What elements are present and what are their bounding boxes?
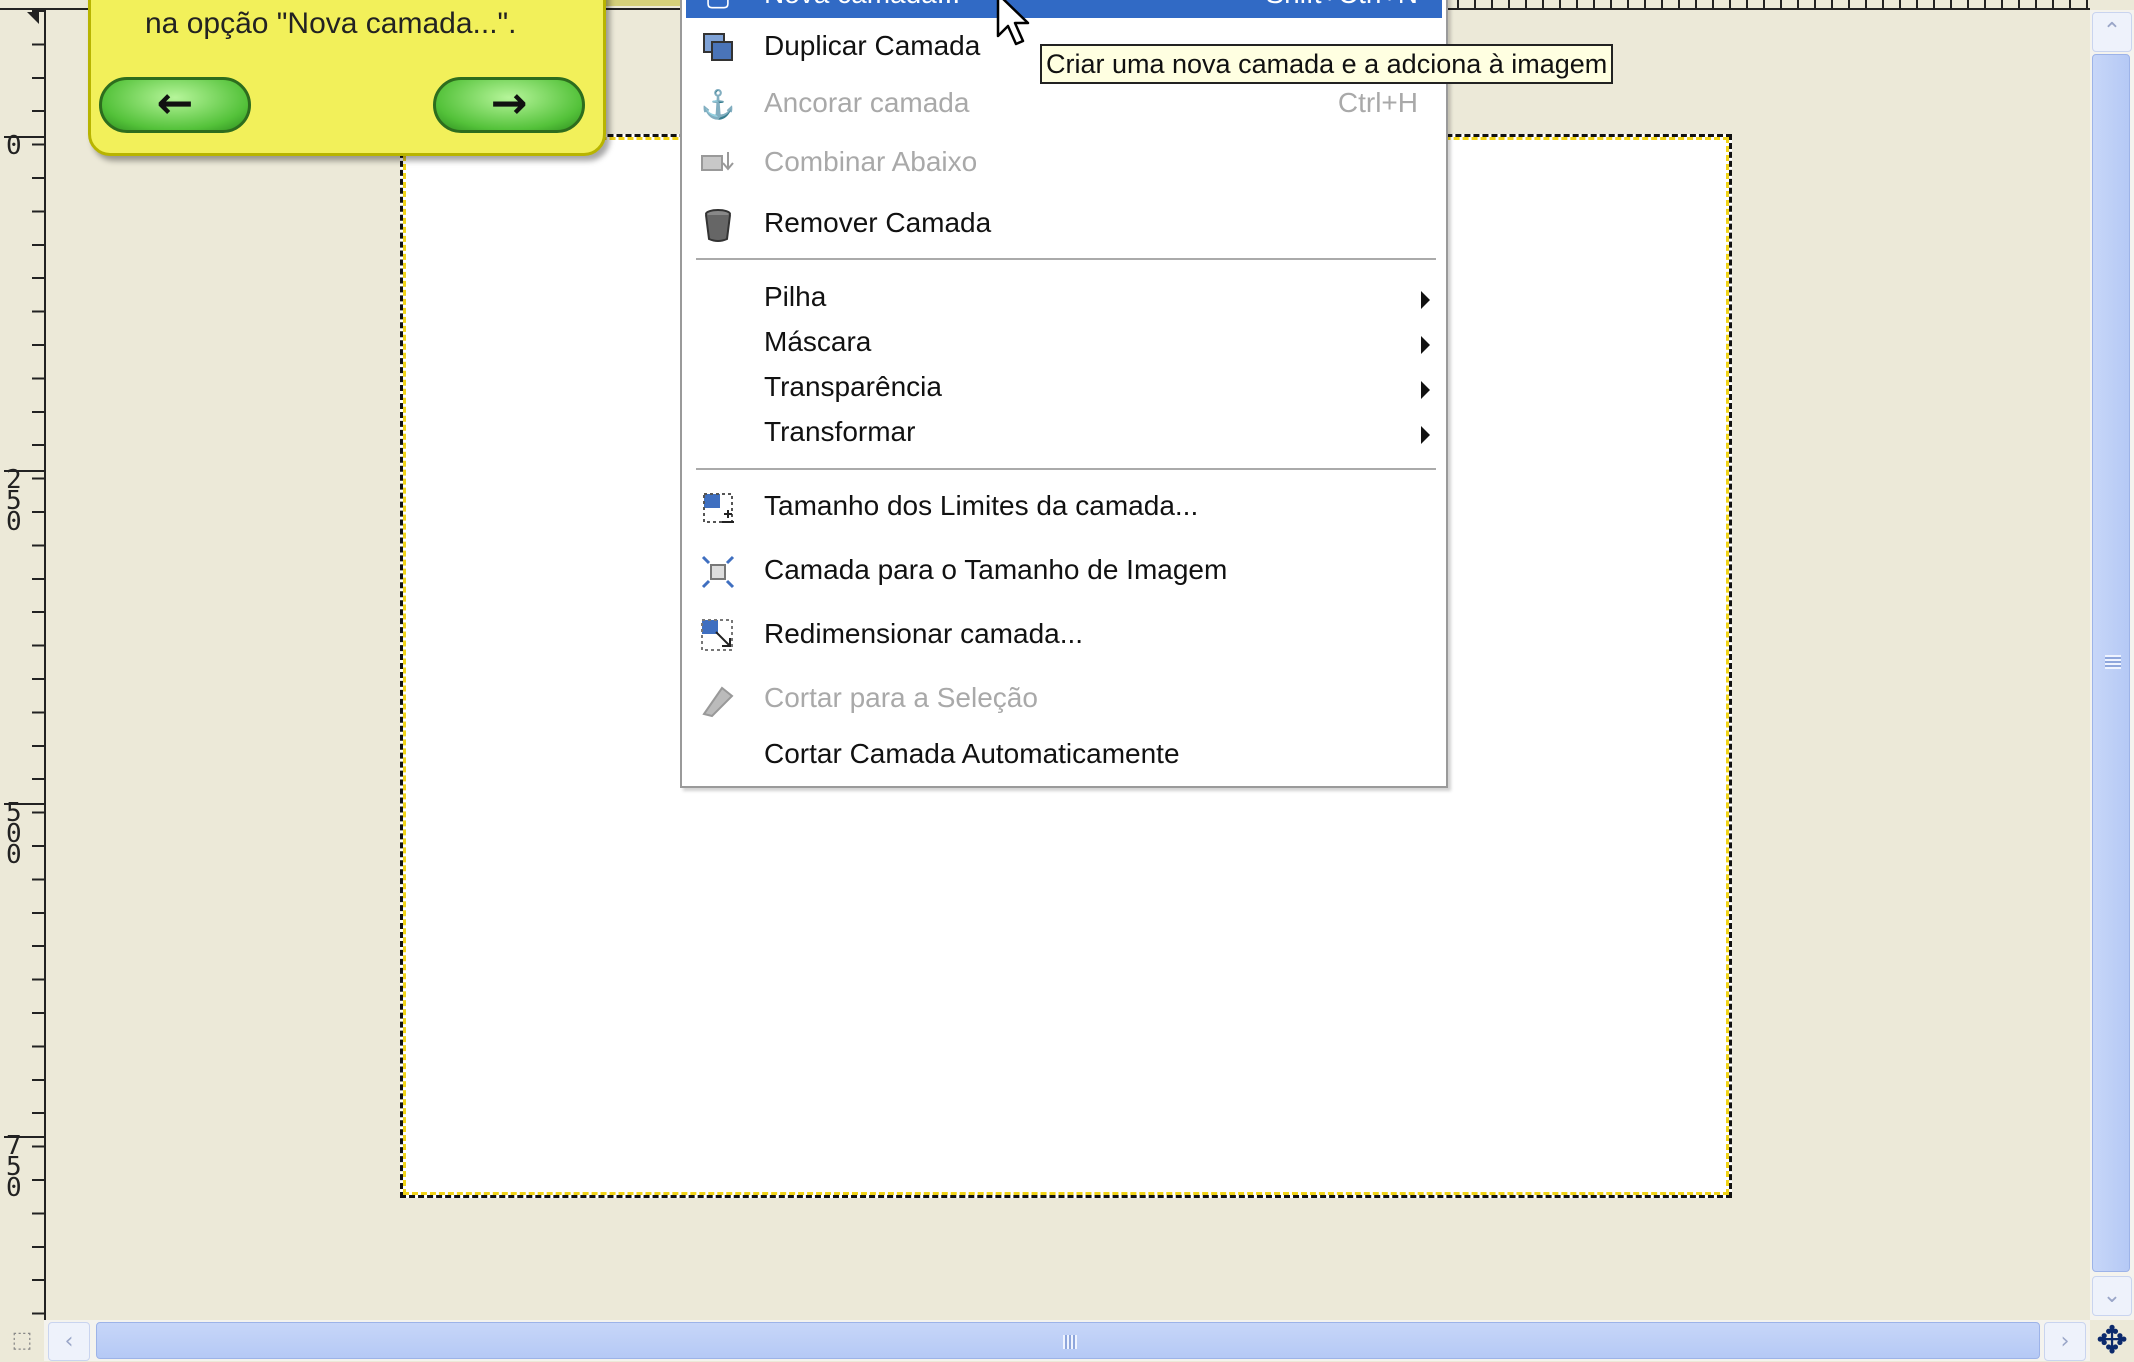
menu-item-label: Transparência xyxy=(764,371,942,402)
duplicate-layer-icon xyxy=(700,30,736,66)
anchor-icon: ⚓ xyxy=(700,89,736,120)
vertical-scrollbar[interactable]: ⌃ ⌄ xyxy=(2090,10,2134,1320)
ruler-corner-arrow-icon[interactable] xyxy=(27,12,39,24)
menu-item-label: Transformar xyxy=(764,416,916,447)
scroll-up-icon[interactable]: ⌃ xyxy=(2092,12,2132,52)
ruler-label-250: 2 5 0 xyxy=(6,465,22,537)
layer-context-menu: ▢ Nova camada... Shift+Ctrl+N Duplicar C… xyxy=(680,0,1448,788)
menu-item-label: Tamanho dos Limites da camada... xyxy=(764,490,1199,521)
menu-item-accel: Ctrl+H xyxy=(1337,87,1418,118)
horizontal-scroll-thumb[interactable] xyxy=(96,1322,2040,1359)
navigate-icon[interactable]: ✥ xyxy=(2090,1320,2134,1361)
menu-item-mascara[interactable]: Máscara xyxy=(686,322,1442,366)
menu-item-label: Máscara xyxy=(764,326,872,357)
submenu-arrow-icon xyxy=(1421,291,1430,309)
arrow-left-icon: ← xyxy=(156,78,194,129)
menu-item-pilha[interactable]: Pilha xyxy=(686,277,1442,321)
menu-item-label: Remover Camada xyxy=(764,207,992,238)
menu-item-nova-camada[interactable]: ▢ Nova camada... Shift+Ctrl+N xyxy=(686,0,1442,18)
arrow-right-icon: → xyxy=(490,78,528,129)
menu-item-combinar-abaixo[interactable]: Combinar Abaixo xyxy=(686,142,1442,186)
balloon-connector xyxy=(600,0,690,6)
scale-layer-icon xyxy=(700,618,736,654)
ruler-label-0: 0 xyxy=(6,131,22,161)
menu-item-label: Nova camada... xyxy=(764,0,960,10)
submenu-arrow-icon xyxy=(1421,381,1430,399)
layer-to-image-size-icon xyxy=(700,554,736,590)
menu-item-camada-tamanho-imagem[interactable]: Camada para o Tamanho de Imagem xyxy=(686,550,1442,594)
menu-item-label: Combinar Abaixo xyxy=(764,146,978,177)
menu-item-cortar-selecao[interactable]: Cortar para a Seleção xyxy=(686,678,1442,722)
horizontal-scrollbar[interactable]: ‹ › xyxy=(44,1320,2090,1361)
menu-item-label: Cortar para a Seleção xyxy=(764,682,1038,713)
balloon-text: na opção "Nova camada...". xyxy=(145,7,517,40)
merge-down-icon xyxy=(700,146,736,182)
scroll-down-icon[interactable]: ⌄ xyxy=(2092,1276,2132,1316)
mouse-cursor-icon xyxy=(996,0,1030,46)
menu-item-tamanho-limites[interactable]: Tamanho dos Limites da camada... xyxy=(686,486,1442,530)
submenu-arrow-icon xyxy=(1421,426,1430,444)
vertical-scroll-thumb[interactable] xyxy=(2092,54,2130,1272)
menu-tooltip: Criar uma nova camada e a adciona à imag… xyxy=(1040,44,1614,84)
scroll-left-icon[interactable]: ‹ xyxy=(48,1322,90,1361)
submenu-arrow-icon xyxy=(1421,336,1430,354)
menu-item-transformar[interactable]: Transformar xyxy=(686,412,1442,456)
menu-separator xyxy=(696,258,1436,261)
menu-item-ancorar-camada[interactable]: ⚓ Ancorar camada Ctrl+H xyxy=(686,83,1442,127)
ruler-label-500: 5 0 0 xyxy=(6,798,22,870)
balloon-prev-button[interactable]: ← xyxy=(99,77,251,133)
tutorial-balloon: na opção "Nova camada...". ← → xyxy=(88,0,606,156)
balloon-next-button[interactable]: → xyxy=(433,77,585,133)
menu-item-label: Cortar Camada Automaticamente xyxy=(764,738,1180,769)
menu-item-remover-camada[interactable]: Remover Camada xyxy=(686,203,1442,247)
ruler-label-750: 7 5 0 xyxy=(6,1131,22,1203)
menu-item-label: Redimensionar camada... xyxy=(764,618,1084,649)
left-ruler[interactable]: 0 2 5 0 5 0 0 7 5 0 xyxy=(0,10,46,1320)
menu-item-label: Duplicar Camada xyxy=(764,30,981,61)
scroll-right-icon[interactable]: › xyxy=(2044,1322,2086,1361)
quick-mask-icon[interactable]: ⬚ xyxy=(0,1320,44,1361)
menu-item-transparencia[interactable]: Transparência xyxy=(686,367,1442,411)
menu-item-accel: Shift+Ctrl+N xyxy=(1266,0,1419,10)
trash-icon xyxy=(700,207,736,243)
layer-boundary-icon xyxy=(700,490,736,526)
menu-separator xyxy=(696,468,1436,471)
menu-item-cortar-automaticamente[interactable]: Cortar Camada Automaticamente xyxy=(686,734,1442,778)
menu-item-label: Camada para o Tamanho de Imagem xyxy=(764,554,1228,585)
menu-item-label: Ancorar camada xyxy=(764,87,970,118)
crop-icon xyxy=(700,682,736,718)
menu-item-redimensionar-camada[interactable]: Redimensionar camada... xyxy=(686,614,1442,658)
new-layer-icon: ▢ xyxy=(700,0,736,14)
menu-item-label: Pilha xyxy=(764,281,827,312)
